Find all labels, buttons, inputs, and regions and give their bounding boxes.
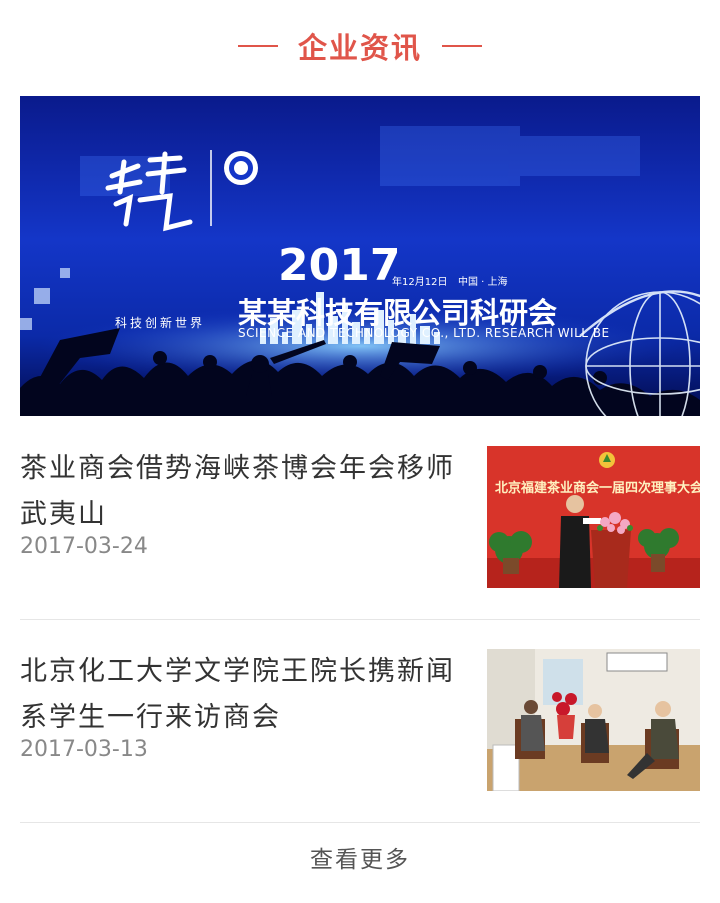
section-title: 企业资讯 <box>297 31 422 65</box>
banner-subtitle: SCIENCE AND TECHNOLOGY CO., LTD. RESEARC… <box>238 326 610 340</box>
view-more-link[interactable]: 查看更多 <box>0 840 720 874</box>
news-thumbnail[interactable] <box>487 649 700 791</box>
news-title[interactable]: 北京化工大学文学院王院长携新闻系学生一行来访商会 <box>20 649 460 741</box>
banner-year: 2017 <box>278 240 401 291</box>
news-date: 2017-03-24 <box>20 534 148 559</box>
news-item[interactable]: 茶业商会借势海峡茶博会年会移师武夷山 2017-03-24 北京福建茶业商会一届… <box>20 416 700 620</box>
title-rule-left <box>237 45 278 47</box>
news-thumbnail[interactable]: 北京福建茶业商会一届四次理事大会 <box>487 446 700 588</box>
news-item[interactable]: 北京化工大学文学院王院长携新闻系学生一行来访商会 2017-03-13 <box>20 619 700 823</box>
section-header: 企业资讯 <box>0 22 720 70</box>
title-rule-right <box>442 45 482 47</box>
news-title[interactable]: 茶业商会借势海峡茶博会年会移师武夷山 <box>20 446 460 538</box>
news-date: 2017-03-13 <box>20 737 148 762</box>
banner-date: 年12月12日 <box>392 277 448 288</box>
visit-photo <box>487 649 700 791</box>
banner-location: 中国 · 上海 <box>458 277 508 288</box>
photo-banner-text: 北京福建茶业商会一届四次理事大会 <box>495 480 700 496</box>
banner-tagline: 科技创新世界 <box>115 316 206 330</box>
banner-image[interactable]: 科技创新世界 2017 年12月12日 中国 · 上海 某某科技有限公司科研会 … <box>20 96 700 416</box>
meeting-photo: 北京福建茶业商会一届四次理事大会 <box>487 446 700 588</box>
